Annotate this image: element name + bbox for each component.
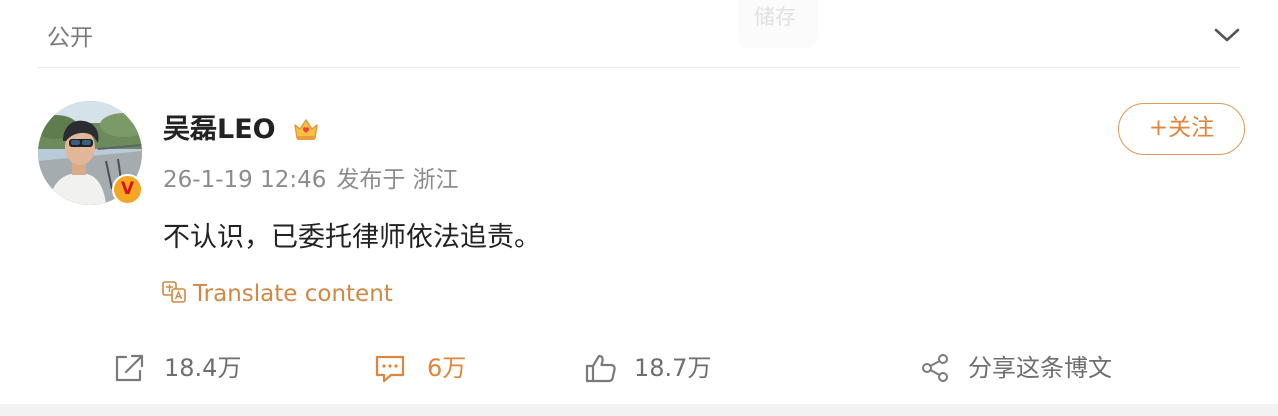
repost-count: 18.4万 [164,354,242,382]
visibility-label: 公开 [47,25,93,51]
save-label: 储存 [754,5,796,29]
comment-icon [375,355,405,383]
post-location: 发布于 浙江 [336,167,459,193]
repost-icon [115,354,144,382]
action-bar: 18.4万 6万 18.7万 分享这条博文 [0,340,1278,396]
chevron-down-icon [1214,28,1240,42]
repost-button[interactable]: 18.4万 [112,350,272,386]
share-button[interactable]: 分享这条博文 [920,350,1130,386]
author-name[interactable]: 吴磊LEO [163,111,276,149]
author-avatar-link[interactable]: V [38,101,143,206]
translate-icon [162,281,186,303]
post-timestamp[interactable]: 26-1-19 12:46 [163,167,326,193]
divider [38,67,1240,68]
crown-icon[interactable] [291,114,321,144]
translate-label: Translate content [193,281,393,307]
collapse-button[interactable] [1210,20,1244,50]
follow-button[interactable]: +关注 [1118,103,1245,155]
comment-count: 6万 [427,354,467,382]
share-label: 分享这条博文 [968,354,1112,382]
translate-link[interactable]: Translate content [161,278,393,310]
like-count: 18.7万 [634,354,712,382]
weibo-post-card: 公开 储存 V 吴磊LEO 26-1-19 12:46 发布于 浙江 +关注 不… [0,0,1278,416]
verified-v-icon: V [112,174,143,205]
post-body: 不认识，已委托律师依法追责。 [163,222,541,253]
card-separator [0,404,1278,416]
share-icon [922,354,948,382]
post-top-bar: 公开 储存 [0,0,1278,68]
post-meta: 26-1-19 12:46 发布于 浙江 [163,164,459,196]
save-tab[interactable]: 储存 [738,0,818,48]
comment-button[interactable]: 6万 [373,350,493,386]
like-button[interactable]: 18.7万 [584,350,744,386]
thumbs-up-icon [585,354,616,383]
